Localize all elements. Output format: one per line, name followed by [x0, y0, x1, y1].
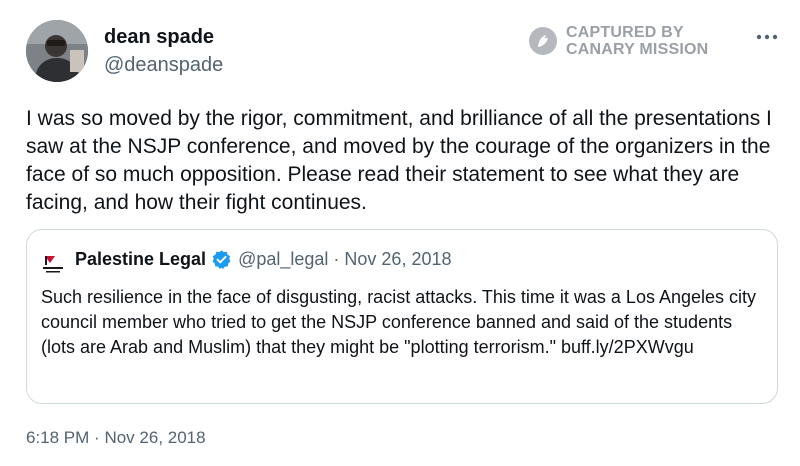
quoted-tweet[interactable]: Palestine Legal @pal_legal · Nov 26, 201… [26, 229, 778, 404]
watermark: CAPTURED BY CANARY MISSION [528, 24, 708, 58]
more-options-button[interactable] [752, 22, 782, 52]
tweet: dean spade @deanspade CAPTURED BY CANARY… [0, 0, 800, 466]
verified-badge-icon [212, 250, 231, 269]
quote-separator: · [333, 249, 340, 269]
quote-author-name[interactable]: Palestine Legal [75, 249, 206, 270]
quote-author-handle[interactable]: @pal_legal [238, 249, 328, 270]
author-handle[interactable]: @deanspade [104, 54, 223, 77]
author-name[interactable]: dean spade [104, 26, 214, 49]
canary-bird-icon [529, 27, 557, 55]
quote-text: Such resilience in the face of disgustin… [41, 287, 757, 357]
quote-header: Palestine Legal @pal_legal · Nov 26, 201… [75, 249, 451, 270]
palestine-legal-logo-icon [41, 252, 65, 276]
timestamp-time[interactable]: 6:18 PM [26, 428, 89, 447]
watermark-line1: CAPTURED BY [566, 24, 684, 41]
avatar[interactable] [26, 20, 88, 82]
timestamp-separator: · [94, 428, 100, 447]
tweet-timestamp[interactable]: 6:18 PM · Nov 26, 2018 [26, 428, 206, 448]
timestamp-date[interactable]: Nov 26, 2018 [104, 428, 205, 447]
watermark-line2: CANARY MISSION [566, 41, 709, 58]
watermark-text: CAPTURED BY CANARY MISSION [566, 24, 708, 58]
ellipsis-icon [756, 34, 778, 40]
quote-date[interactable]: Nov 26, 2018 [344, 249, 451, 270]
tweet-text: I was so moved by the rigor, commitment,… [26, 107, 772, 214]
